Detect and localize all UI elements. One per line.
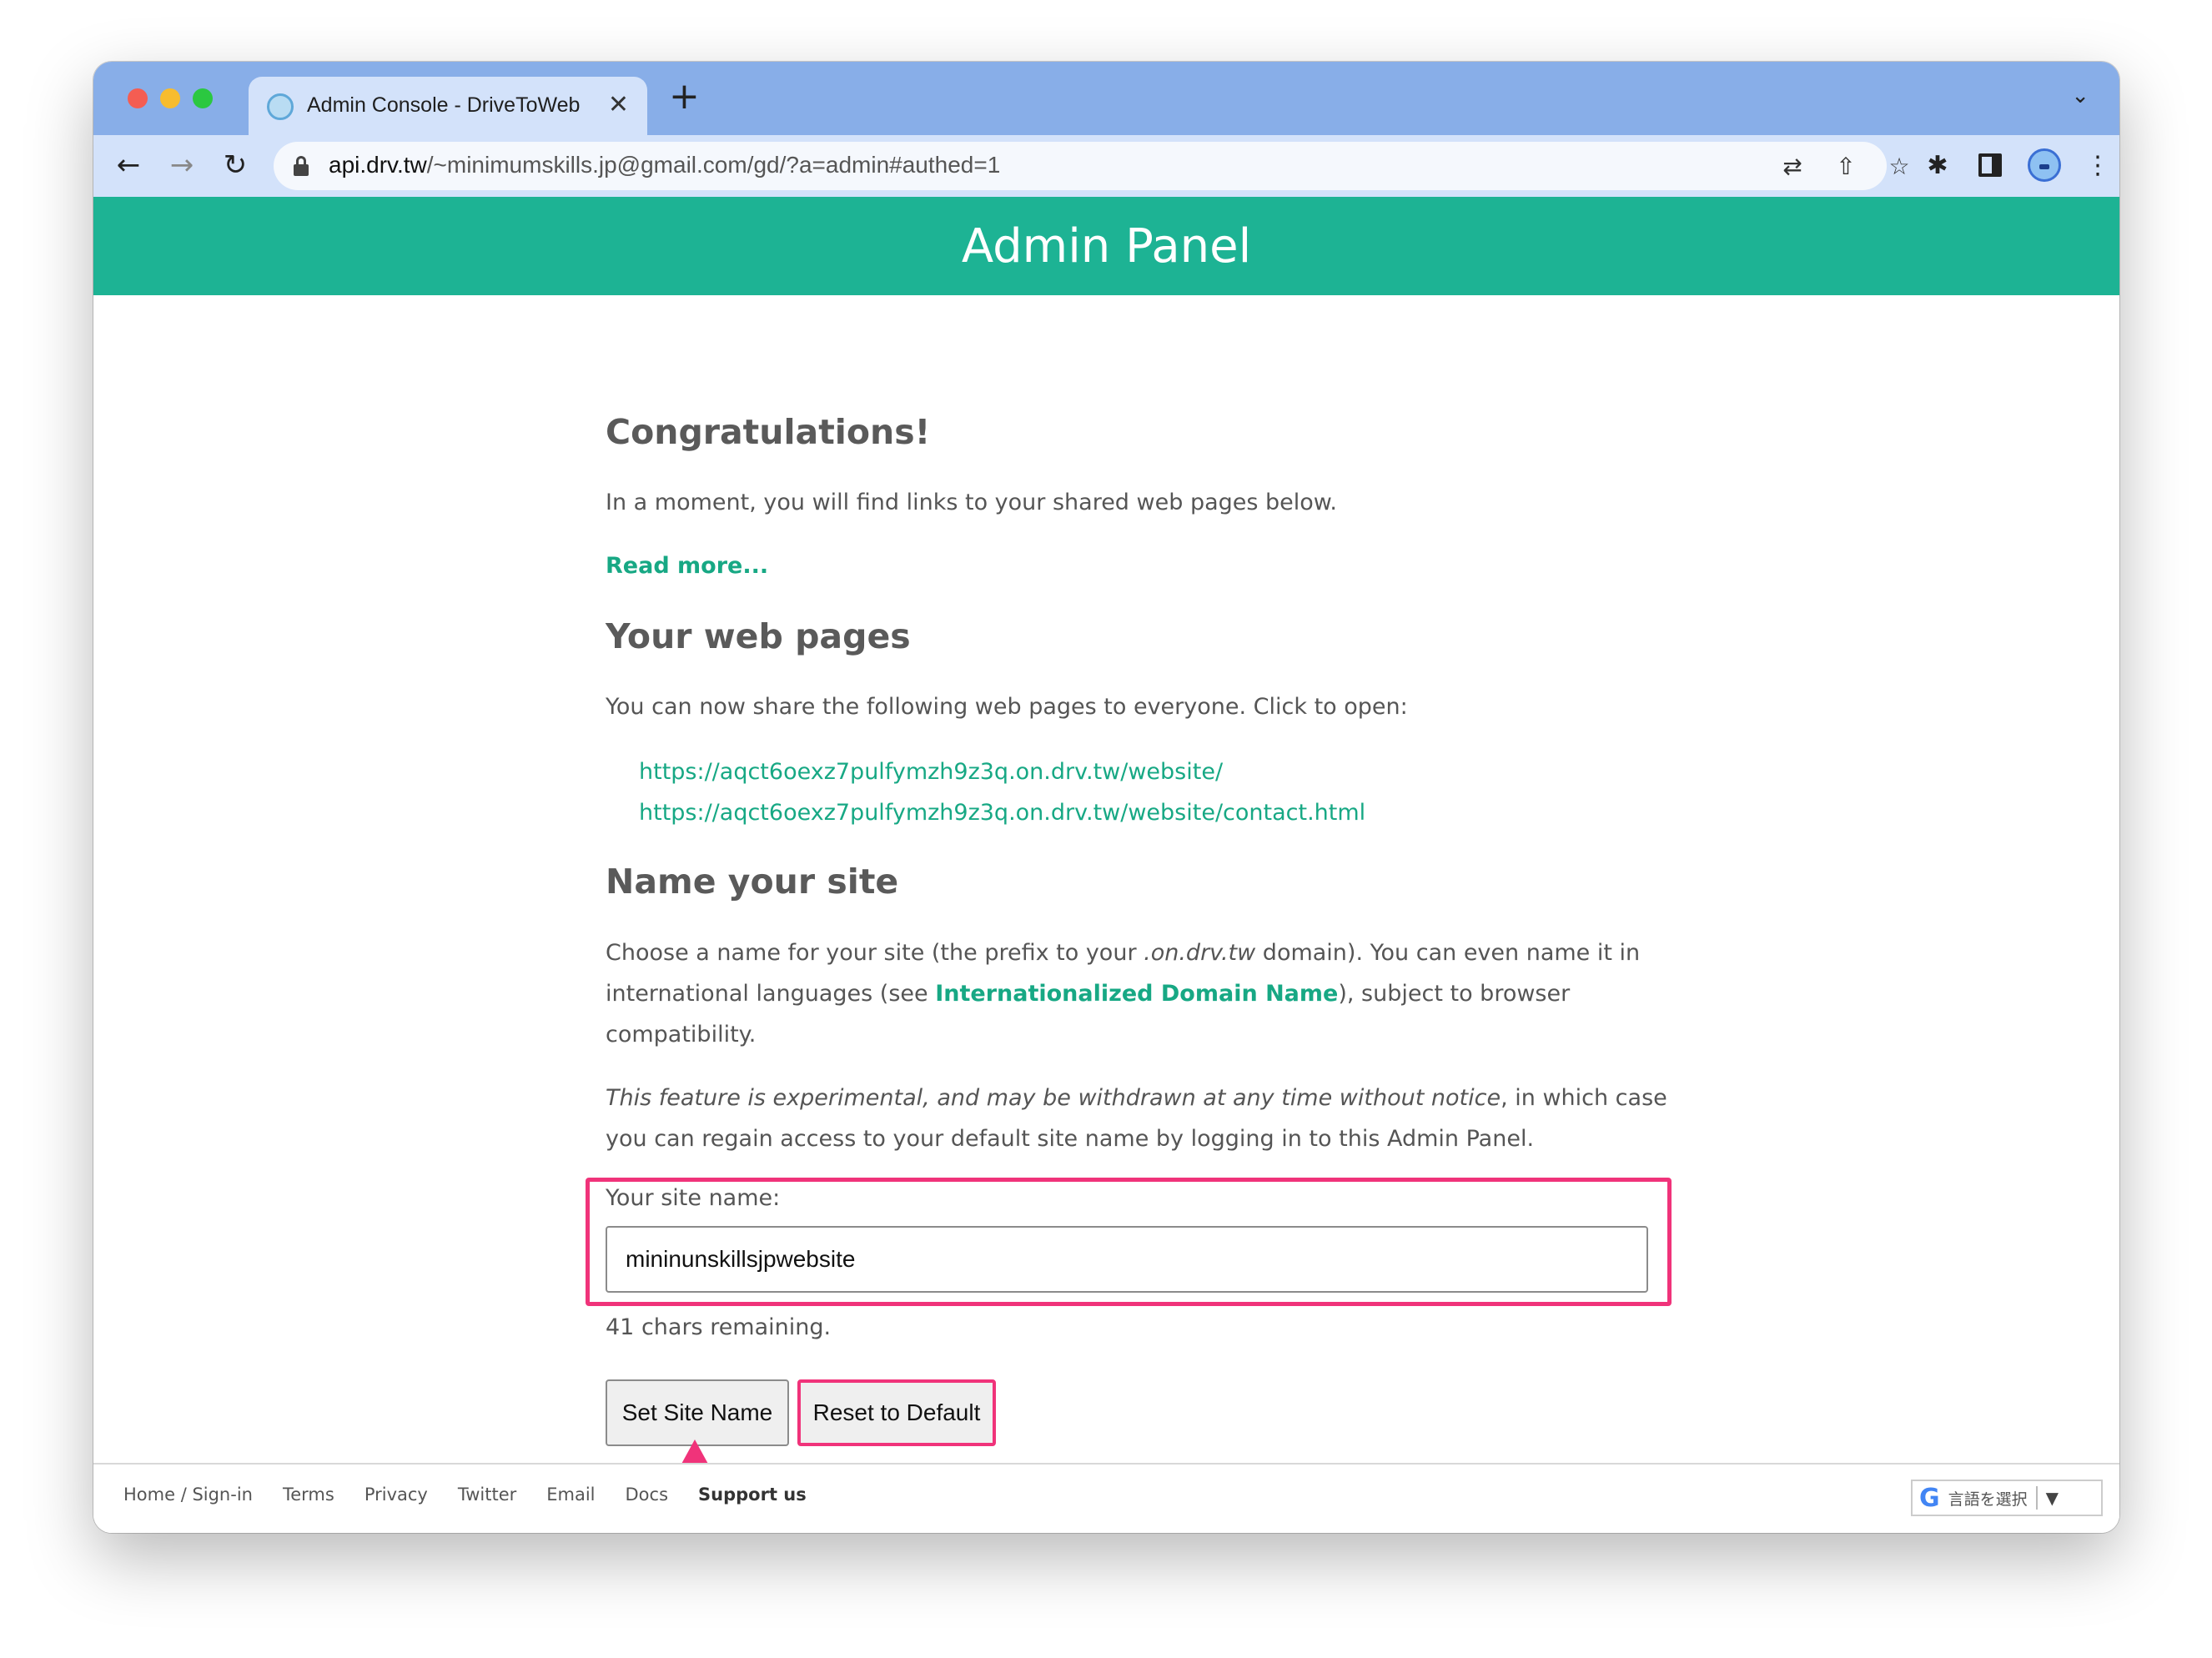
profile-avatar-icon[interactable] — [2026, 147, 2063, 183]
page-title: Admin Panel — [961, 219, 1252, 274]
web-pages-heading: Your web pages — [606, 616, 911, 656]
reset-to-default-button[interactable]: Reset to Default — [797, 1379, 996, 1446]
url-host: api.drv.tw — [329, 152, 427, 178]
domain-suffix: .on.drv.tw — [1144, 940, 1256, 966]
url-path: /~minimumskills.jp@gmail.com/gd/?a=admin… — [426, 152, 1001, 178]
name-site-paragraph-line2: international languages (see Internation… — [606, 981, 1571, 1007]
chars-remaining-text: 41 chars remaining. — [606, 1314, 832, 1340]
language-divider — [2035, 1486, 2038, 1510]
web-page-link[interactable]: https://aqct6oexz7pulfymzh9z3q.on.drv.tw… — [639, 759, 1223, 785]
translate-icon[interactable]: ⇄ — [1777, 150, 1808, 182]
congratulations-text: In a moment, you will find links to your… — [606, 490, 1337, 515]
footer-link-home[interactable]: Home / Sign-in — [123, 1485, 253, 1505]
page-content: Admin Panel Congratulations! In a moment… — [93, 197, 2119, 1533]
idn-link[interactable]: Internationalized Domain Name — [935, 981, 1338, 1007]
tab-admin-console[interactable]: Admin Console - DriveToWeb ✕ — [249, 77, 647, 135]
reload-icon[interactable]: ↻ — [215, 145, 255, 185]
name-site-paragraph-line1: Choose a name for your site (the prefix … — [606, 940, 1641, 966]
browser-window: Admin Console - DriveToWeb ✕ + ⌄ ← → ↻ a… — [93, 62, 2119, 1533]
footer-link-terms[interactable]: Terms — [283, 1485, 334, 1505]
google-icon: G — [1919, 1483, 1940, 1513]
name-site-paragraph-line3: compatibility. — [606, 1022, 757, 1048]
name-your-site-heading: Name your site — [606, 862, 899, 902]
footer-link-docs[interactable]: Docs — [626, 1485, 669, 1505]
footer-link-privacy[interactable]: Privacy — [364, 1485, 428, 1505]
site-name-label: Your site name: — [606, 1185, 781, 1211]
tab-strip: Admin Console - DriveToWeb ✕ + ⌄ — [93, 62, 2119, 135]
language-select-label: 言語を選択 — [1948, 1490, 2028, 1509]
footer: Home / Sign-in Terms Privacy Twitter Ema… — [93, 1463, 2119, 1533]
extensions-puzzle-icon[interactable]: ✱ — [1919, 147, 1956, 183]
footer-link-twitter[interactable]: Twitter — [458, 1485, 516, 1505]
experimental-notice-line2: you can regain access to your default si… — [606, 1126, 1535, 1152]
footer-link-support[interactable]: Support us — [698, 1485, 807, 1505]
close-window-button[interactable] — [128, 88, 148, 108]
lock-icon[interactable] — [294, 156, 309, 176]
tab-search-chevron-icon[interactable]: ⌄ — [2071, 83, 2089, 108]
minimize-window-button[interactable] — [160, 88, 180, 108]
admin-header-bar: Admin Panel — [93, 197, 2119, 295]
side-panel-icon[interactable] — [1972, 147, 2008, 183]
set-site-name-button[interactable]: Set Site Name — [606, 1379, 789, 1446]
tab-title: Admin Console - DriveToWeb — [307, 93, 581, 117]
new-tab-button[interactable]: + — [669, 78, 700, 115]
address-bar[interactable]: api.drv.tw/~minimumskills.jp@gmail.com/g… — [274, 142, 1910, 190]
bookmark-star-icon[interactable]: ☆ — [1883, 150, 1915, 182]
url-text[interactable]: api.drv.tw/~minimumskills.jp@gmail.com/g… — [329, 152, 1000, 178]
kebab-menu-icon[interactable]: ⋮ — [2079, 147, 2116, 183]
read-more-link[interactable]: Read more... — [606, 553, 768, 579]
share-icon[interactable]: ⇧ — [1830, 150, 1862, 182]
back-arrow-icon[interactable]: ← — [108, 145, 148, 185]
experimental-notice-line1: This feature is experimental, and may be… — [606, 1085, 1667, 1111]
zoom-window-button[interactable] — [193, 88, 213, 108]
tab-close-icon[interactable]: ✕ — [608, 90, 629, 119]
congratulations-heading: Congratulations! — [606, 412, 931, 452]
footer-link-email[interactable]: Email — [546, 1485, 595, 1505]
forward-arrow-icon[interactable]: → — [162, 145, 202, 185]
drivetoweb-favicon-icon — [267, 93, 294, 120]
web-page-link[interactable]: https://aqct6oexz7pulfymzh9z3q.on.drv.tw… — [639, 800, 1365, 826]
dropdown-arrow-icon[interactable]: ▼ — [2046, 1488, 2059, 1508]
footer-links: Home / Sign-in Terms Privacy Twitter Ema… — [123, 1485, 837, 1505]
browser-toolbar: ← → ↻ api.drv.tw/~minimumskills.jp@gmail… — [93, 135, 2119, 197]
language-select[interactable]: G 言語を選択 ▼ — [1911, 1480, 2103, 1516]
site-name-input[interactable] — [606, 1226, 1648, 1293]
web-pages-text: You can now share the following web page… — [606, 694, 1408, 720]
